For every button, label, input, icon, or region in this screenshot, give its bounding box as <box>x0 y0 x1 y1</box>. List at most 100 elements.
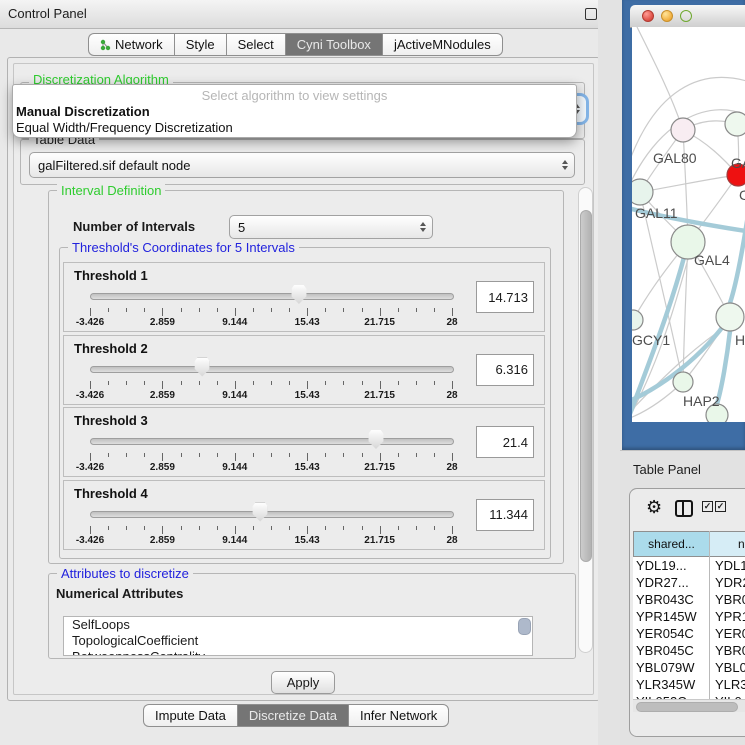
thresholds-group: Threshold's Coordinates for 5 Intervals … <box>59 247 551 559</box>
slider-thumb[interactable] <box>195 358 210 377</box>
threshold-value-box[interactable]: 14.713 <box>476 281 534 313</box>
slider-tick-label: 2.859 <box>150 317 175 328</box>
network-node[interactable] <box>632 310 643 330</box>
control-panel-titlebar: Control Panel ✕ <box>0 0 620 29</box>
top-tab-bar: Network Style Select Cyni ToolboxjActiveMNo… <box>88 33 503 56</box>
network-node[interactable] <box>716 303 744 331</box>
threshold-value-box[interactable]: 21.4 <box>476 426 534 458</box>
popup-option[interactable]: Equal Width/Frequency Discretization <box>16 120 233 135</box>
tab-cyni-toolbox[interactable]: Cyni Toolbox <box>285 33 382 56</box>
tab-select[interactable]: Select <box>226 33 285 56</box>
network-tab-icon <box>100 39 111 51</box>
network-node[interactable] <box>725 112 745 136</box>
slider-tick-label: 28 <box>446 390 457 401</box>
network-window-titlebar[interactable] <box>630 5 745 28</box>
tab-impute-data[interactable]: Impute Data <box>143 704 237 727</box>
table-cell: YDL19... <box>636 558 708 573</box>
slider-tick-label: 15.43 <box>295 535 320 546</box>
slider-tick <box>253 453 254 457</box>
slider-tick-label: 15.43 <box>295 317 320 328</box>
network-node-label: C <box>739 187 745 203</box>
slider-tick <box>416 308 417 312</box>
slider-tick <box>235 526 236 534</box>
attribute-item[interactable]: TopologicalCoefficient <box>64 633 532 649</box>
main-scrollbar[interactable] <box>578 187 593 653</box>
checkbox-icon[interactable]: ✓ <box>702 501 713 512</box>
slider-track[interactable] <box>90 293 454 300</box>
table-row[interactable]: YDL19...YDL1 <box>633 557 745 574</box>
slider-track[interactable] <box>90 438 454 445</box>
h-scrollbar-thumb[interactable] <box>636 702 738 712</box>
column-header-shared-name[interactable]: shared... <box>633 531 710 557</box>
popup-option[interactable]: Manual Discretization <box>16 104 150 119</box>
slider-tick-labels: -3.4262.8599.14415.4321.71528 <box>90 535 452 547</box>
slider-tick <box>144 526 145 530</box>
tab-label: Style <box>186 37 215 52</box>
network-node-label: H <box>735 332 745 348</box>
zoom-traffic-light[interactable] <box>680 10 692 22</box>
slider-tick <box>126 453 127 457</box>
table-row[interactable]: YBR043CYBR0 <box>633 591 745 608</box>
split-view-icon[interactable] <box>675 500 693 517</box>
slider-thumb[interactable] <box>368 430 383 449</box>
slider[interactable] <box>90 503 452 523</box>
network-edge[interactable] <box>640 175 738 192</box>
table-row[interactable]: YDR27...YDR2 <box>633 574 745 591</box>
threshold-value-box[interactable]: 11.344 <box>476 499 534 531</box>
slider-tick-label: 9.144 <box>222 535 247 546</box>
slider-track[interactable] <box>90 511 454 518</box>
slider-tick <box>325 526 326 530</box>
slider[interactable] <box>90 430 452 450</box>
apply-button[interactable]: Apply <box>271 671 335 694</box>
table-data-combo[interactable]: galFiltered.sif default node <box>29 152 575 178</box>
tab-network[interactable]: Network <box>88 33 174 56</box>
table-row[interactable]: YLR345WYLR3 <box>633 676 745 693</box>
minimize-traffic-light[interactable] <box>661 10 673 22</box>
slider-thumb[interactable] <box>253 503 268 522</box>
attribute-item[interactable]: BetweennessCentrality <box>64 649 532 656</box>
network-canvas[interactable]: GAL80GACGAL11GAL4GCY1HHAP2 <box>632 27 745 422</box>
column-header-name[interactable]: n <box>709 531 745 557</box>
network-node[interactable] <box>632 179 653 205</box>
network-edge[interactable] <box>637 27 683 130</box>
slider-tick <box>343 308 344 312</box>
slider-tick-label: 9.144 <box>222 462 247 473</box>
tab-label: Select <box>238 37 274 52</box>
slider-tick <box>108 526 109 530</box>
slider[interactable] <box>90 285 452 305</box>
slider-tick <box>108 381 109 385</box>
attribute-item[interactable]: SelfLoops <box>64 617 532 633</box>
scrollbar-thumb[interactable] <box>580 210 592 562</box>
list-scrollbar-thumb[interactable] <box>518 618 531 635</box>
table-row[interactable]: YBL079WYBL0 <box>633 659 745 676</box>
checkbox-icon[interactable]: ✓ <box>715 501 726 512</box>
tab-style[interactable]: Style <box>174 33 226 56</box>
tab-infer-network[interactable]: Infer Network <box>348 704 449 727</box>
num-intervals-combo[interactable]: 5 <box>229 215 433 239</box>
table-row[interactable]: YER054CYER0 <box>633 625 745 642</box>
threshold-value-box[interactable]: 6.316 <box>476 354 534 386</box>
attributes-list[interactable]: SelfLoopsTopologicalCoefficientBetweenne… <box>63 616 533 656</box>
gear-icon[interactable]: ⚙ <box>646 498 662 516</box>
slider-tick-labels: -3.4262.8599.14415.4321.71528 <box>90 390 452 402</box>
slider-tick <box>289 308 290 312</box>
slider-tick <box>162 381 163 389</box>
table-row[interactable]: YBR045CYBR0 <box>633 642 745 659</box>
slider-tick <box>380 308 381 316</box>
network-edge-thick[interactable] <box>730 202 745 303</box>
slider-tick <box>452 453 453 461</box>
network-node[interactable] <box>671 118 695 142</box>
tab-discretize-data[interactable]: Discretize Data <box>237 704 348 727</box>
float-window-icon[interactable] <box>585 8 597 20</box>
slider-thumb[interactable] <box>291 285 306 304</box>
slider-tick <box>199 308 200 312</box>
slider-tick <box>271 308 272 312</box>
h-scrollbar[interactable] <box>633 699 745 712</box>
tab-jactivemnodules[interactable]: jActiveMNodules <box>382 33 503 56</box>
table-row[interactable]: YPR145WYPR1 <box>633 608 745 625</box>
slider-track[interactable] <box>90 366 454 373</box>
slider[interactable] <box>90 358 452 378</box>
table-cell: YBL079W <box>636 660 708 675</box>
network-node[interactable] <box>673 372 693 392</box>
close-traffic-light[interactable] <box>642 10 654 22</box>
